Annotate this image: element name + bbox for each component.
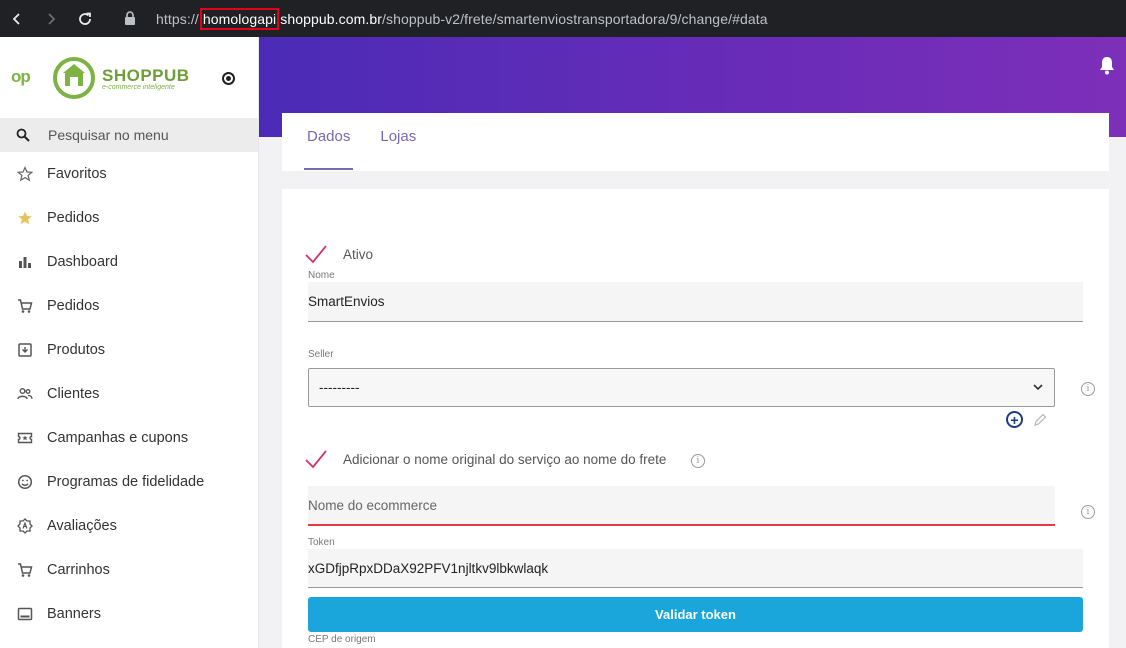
- check-icon: [305, 245, 327, 264]
- add-service-checkbox[interactable]: [304, 449, 328, 474]
- chevron-down-icon: [1033, 384, 1043, 391]
- logo-area: op SHOPPUB e-commerce inteligente: [0, 37, 258, 118]
- sidebar-item-campanhas[interactable]: Campanhas e cupons: [0, 416, 258, 460]
- ticket-icon: [16, 429, 34, 447]
- op-logo[interactable]: op: [11, 67, 31, 87]
- nome-value: SmartEnvios: [308, 294, 385, 309]
- validate-token-button[interactable]: Validar token: [308, 597, 1083, 632]
- info-icon[interactable]: i: [691, 454, 705, 468]
- star-outline-icon: [16, 165, 34, 183]
- banner-icon: [16, 605, 34, 623]
- token-label: Token: [308, 537, 335, 548]
- forward-icon[interactable]: [40, 8, 62, 30]
- edit-seller-icon[interactable]: [1032, 412, 1048, 433]
- nome-field[interactable]: SmartEnvios: [308, 282, 1083, 322]
- ativo-label: Ativo: [343, 247, 374, 262]
- back-icon[interactable]: [6, 8, 28, 30]
- sidebar-item-fidelidade[interactable]: Programas de fidelidade: [0, 460, 258, 504]
- form-card: Ativo Nome SmartEnvios Seller --------- …: [282, 189, 1109, 648]
- sidebar-item-label: Dashboard: [47, 254, 118, 270]
- smile-icon: [16, 473, 34, 491]
- brand-name: SHOPPUB: [102, 65, 190, 85]
- browser-toolbar: https:// homologapi shoppub.com.br /shop…: [0, 0, 1126, 37]
- sidebar-item-produtos[interactable]: Produtos: [0, 328, 258, 372]
- nome-label: Nome: [308, 270, 335, 281]
- add-seller-icon[interactable]: +: [1006, 411, 1023, 428]
- sidebar-item-label: Pedidos: [47, 298, 100, 314]
- add-service-label: Adicionar o nome original do serviço ao …: [343, 452, 667, 467]
- ecommerce-name-field[interactable]: Nome do ecommerce: [308, 486, 1055, 526]
- seller-label: Seller: [308, 349, 334, 360]
- check-icon: [305, 450, 327, 469]
- badge-icon: [16, 517, 34, 535]
- url-prefix: https://: [156, 10, 199, 27]
- sidebar: op SHOPPUB e-commerce inteligente Pesqui…: [0, 37, 259, 648]
- sidebar-item-clientes[interactable]: Clientes: [0, 372, 258, 416]
- sidebar-item-label: Clientes: [47, 386, 100, 402]
- url-highlight: homologapi: [199, 7, 280, 30]
- url-domain: shoppub.com.br: [280, 10, 383, 27]
- tab-lojas[interactable]: Lojas: [380, 113, 416, 171]
- info-icon[interactable]: i: [1081, 505, 1095, 519]
- token-field[interactable]: xGDfjpRpxDDaX92PFV1njltkv9lbkwlaqk: [308, 549, 1083, 588]
- shoppub-logo[interactable]: SHOPPUB e-commerce inteligente: [50, 56, 190, 100]
- sidebar-item-label: Banners: [47, 606, 102, 622]
- ativo-checkbox[interactable]: [304, 244, 328, 269]
- seller-value: ---------: [319, 380, 360, 395]
- sidebar-item-pedidos[interactable]: Pedidos: [0, 284, 258, 328]
- lock-icon: [124, 11, 136, 30]
- sidebar-item-label: Campanhas e cupons: [47, 430, 189, 446]
- sidebar-item-pedidos-fav[interactable]: Pedidos: [0, 196, 258, 240]
- sidebar-item-label: Carrinhos: [47, 562, 110, 578]
- tabs-bar: Dados Lojas: [282, 113, 1109, 171]
- bell-icon[interactable]: [1098, 55, 1116, 80]
- radio-icon[interactable]: [222, 72, 235, 85]
- info-icon[interactable]: i: [1081, 382, 1095, 396]
- sidebar-item-dashboard[interactable]: Dashboard: [0, 240, 258, 284]
- seller-select[interactable]: ---------: [308, 368, 1055, 407]
- address-bar[interactable]: https:// homologapi shoppub.com.br /shop…: [156, 0, 768, 37]
- url-path: /shoppub-v2/frete/smartenviostransportad…: [382, 10, 768, 27]
- sidebar-item-avaliacoes[interactable]: Avaliações: [0, 504, 258, 548]
- sidebar-item-label: Pedidos: [47, 210, 100, 226]
- star-filled-icon: [16, 209, 34, 227]
- search-icon: [16, 128, 30, 142]
- sidebar-item-carrinhos[interactable]: Carrinhos: [0, 548, 258, 592]
- menu-search-placeholder: Pesquisar no menu: [48, 127, 169, 143]
- sidebar-item-label: Produtos: [47, 342, 106, 358]
- people-icon: [16, 385, 34, 403]
- sidebar-item-label: Favoritos: [47, 166, 107, 182]
- sidebar-item-banners[interactable]: Banners: [0, 592, 258, 636]
- sidebar-item-favoritos[interactable]: Favoritos: [0, 152, 258, 196]
- bar-chart-icon: [16, 253, 34, 271]
- menu-search[interactable]: Pesquisar no menu: [0, 118, 258, 152]
- archive-icon: [16, 341, 34, 359]
- cart-icon: [16, 561, 34, 579]
- cart-icon: [16, 297, 34, 315]
- ecommerce-placeholder: Nome do ecommerce: [308, 497, 438, 513]
- sidebar-item-label: Avaliações: [47, 518, 117, 534]
- sidebar-item-label: Programas de fidelidade: [47, 474, 205, 490]
- token-value: xGDfjpRpxDDaX92PFV1njltkv9lbkwlaqk: [308, 560, 549, 576]
- reload-icon[interactable]: [74, 8, 96, 30]
- cep-label: CEP de origem: [308, 634, 376, 645]
- shoppub-logo-icon: [53, 57, 95, 99]
- tab-dados[interactable]: Dados: [303, 113, 354, 171]
